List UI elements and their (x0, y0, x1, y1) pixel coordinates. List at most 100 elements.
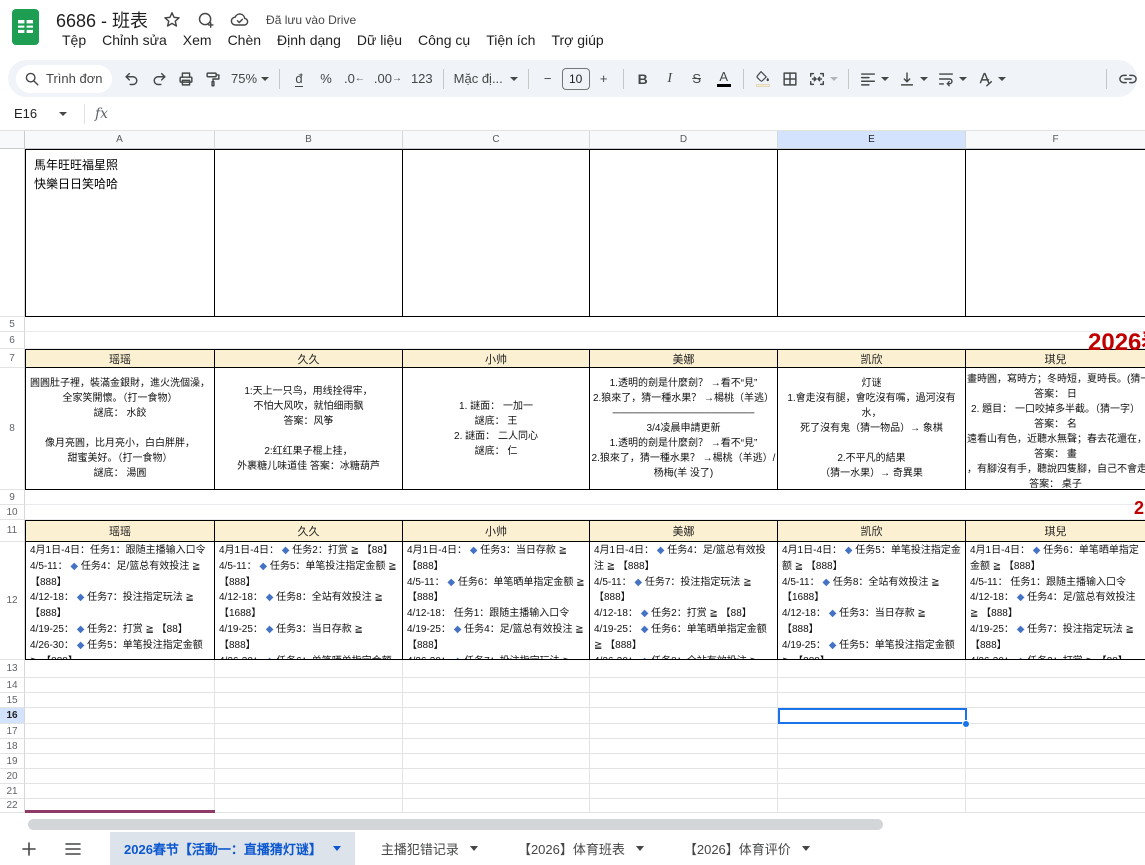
cell-C19[interactable] (403, 754, 590, 769)
cell-D1[interactable] (590, 149, 778, 317)
row-header-10[interactable]: 10 (0, 505, 25, 520)
menu-edit[interactable]: Chỉnh sửa (94, 29, 175, 51)
cell-C8-riddle[interactable]: 1. 謎面： 一加一 謎底： 王 2. 謎面： 二人同心 謎底： 仁 (403, 368, 590, 490)
menu-insert[interactable]: Chèn (220, 29, 269, 51)
menu-data[interactable]: Dữ liệu (349, 29, 410, 51)
horizontal-scrollbar-thumb[interactable] (28, 819, 883, 830)
cell-F12-tasks[interactable]: 4月1日-4日： ◆ 任务6：单笔晒单指定金额 ≧ 【888】 4/5-11： … (966, 542, 1145, 660)
cell-C17[interactable] (403, 724, 590, 739)
cell-E22[interactable] (778, 799, 966, 813)
italic-button[interactable]: I (657, 65, 683, 93)
increase-font-size-button[interactable]: + (591, 65, 617, 93)
cell-B16[interactable] (215, 708, 403, 724)
menu-extensions[interactable]: Tiện ích (478, 29, 543, 51)
cell-D16[interactable] (590, 708, 778, 724)
zoom-selector[interactable]: 75% (227, 65, 273, 93)
menu-help[interactable]: Trợ giúp (543, 29, 611, 51)
cell-C20[interactable] (403, 769, 590, 784)
row-header-12[interactable]: 12 (0, 542, 25, 660)
all-sheets-button[interactable] (58, 834, 88, 864)
select-all-corner[interactable] (0, 131, 25, 149)
menu-view[interactable]: Xem (175, 29, 220, 51)
row-header-11[interactable]: 11 (0, 520, 25, 542)
cell-F13[interactable] (966, 660, 1145, 678)
column-header-A[interactable]: A (25, 131, 215, 149)
toolbar-search[interactable]: Trình đơn (16, 65, 112, 93)
selected-cell-outline[interactable] (778, 708, 967, 724)
cell-F14[interactable] (966, 678, 1145, 693)
font-size-input[interactable]: 10 (562, 68, 590, 90)
column-header-B[interactable]: B (215, 131, 403, 149)
font-selector[interactable]: Mặc đị... (450, 65, 522, 93)
decrease-decimal-button[interactable]: .0← (340, 65, 369, 93)
cell-A13[interactable] (25, 660, 215, 678)
tab-caret-icon[interactable] (802, 846, 810, 851)
cell-C18[interactable] (403, 739, 590, 754)
cell-B19[interactable] (215, 754, 403, 769)
cell-F1[interactable] (966, 149, 1145, 317)
row-header-17[interactable]: 17 (0, 724, 25, 739)
cell-A14[interactable] (25, 678, 215, 693)
cell-F11-name[interactable]: 琪兒 (966, 520, 1145, 542)
cell-A19[interactable] (25, 754, 215, 769)
cell-F8-riddle[interactable]: 畫時圓，寫時方；冬時短，夏時長。(猜一字) 答案： 日 2. 題目： 一口咬掉多… (966, 368, 1145, 490)
insert-link-icon[interactable] (1113, 65, 1137, 93)
cell-A15[interactable] (25, 693, 215, 708)
cell-E14[interactable] (778, 678, 966, 693)
cell-B17[interactable] (215, 724, 403, 739)
format-currency-button[interactable]: đ (286, 65, 312, 93)
cell-C22[interactable] (403, 799, 590, 813)
row-header-8[interactable]: 8 (0, 368, 25, 490)
menu-file[interactable]: Tệp (54, 29, 94, 51)
row-header-19[interactable]: 19 (0, 754, 25, 769)
borders-button[interactable] (777, 65, 803, 93)
cell-C13[interactable] (403, 660, 590, 678)
cell-E13[interactable] (778, 660, 966, 678)
cell-B11-name[interactable]: 久久 (215, 520, 403, 542)
undo-button[interactable] (119, 65, 145, 93)
cell-A8-riddle[interactable]: 圓圓肚子裡，裝滿金銀財，進火洗個澡， 全家笑開懷。（打一食物） 謎底： 水餃 像… (25, 368, 215, 490)
strikethrough-button[interactable]: S (684, 65, 710, 93)
cell-D15[interactable] (590, 693, 778, 708)
row-header-9[interactable]: 9 (0, 490, 25, 505)
cell-C16[interactable] (403, 708, 590, 724)
row-header-14[interactable]: 14 (0, 678, 25, 693)
cell-A17[interactable] (25, 724, 215, 739)
cell-A20[interactable] (25, 769, 215, 784)
format-percent-button[interactable]: % (313, 65, 339, 93)
cell-E8-riddle[interactable]: 灯谜 1.會走沒有腿，會吃沒有嘴，過河沒有水， 死了沒有鬼（猜一物品）→ 象棋 … (778, 368, 966, 490)
cell-B1[interactable] (215, 149, 403, 317)
bold-button[interactable]: B (630, 65, 656, 93)
tab-caret-icon[interactable] (470, 846, 478, 851)
cells-row-10[interactable] (25, 505, 1145, 520)
horizontal-align-button[interactable] (855, 65, 893, 93)
cells-row-9[interactable] (25, 490, 1145, 505)
cell-D14[interactable] (590, 678, 778, 693)
cell-E19[interactable] (778, 754, 966, 769)
text-wrap-button[interactable] (933, 65, 971, 93)
cell-B14[interactable] (215, 678, 403, 693)
cell-E11-name[interactable]: 凯欣 (778, 520, 966, 542)
cell-B12-tasks[interactable]: 4月1日-4日： ◆ 任务2：打赏 ≧ 【88】 4/5-11： ◆ 任务5：单… (215, 542, 403, 660)
cell-C7-name[interactable]: 小帅 (403, 349, 590, 368)
cell-B20[interactable] (215, 769, 403, 784)
vertical-align-button[interactable] (894, 65, 932, 93)
cell-D20[interactable] (590, 769, 778, 784)
tab-caret-icon[interactable] (636, 846, 644, 851)
sheet-tab-sports-review[interactable]: 【2026】体育评价 (670, 832, 824, 865)
decrease-font-size-button[interactable]: − (535, 65, 561, 93)
cell-C1[interactable] (403, 149, 590, 317)
cell-E12-tasks[interactable]: 4月1日-4日： ◆ 任务5：单笔投注指定金额 ≧ 【888】 4/5-11： … (778, 542, 966, 660)
cell-E15[interactable] (778, 693, 966, 708)
cell-B22[interactable] (215, 799, 403, 813)
sheet-tab-active[interactable]: 2026春节【活動一：直播猜灯谜】 (110, 832, 355, 865)
row-header-18[interactable]: 18 (0, 739, 25, 754)
cell-D18[interactable] (590, 739, 778, 754)
cell-A11-name[interactable]: 瑶瑶 (25, 520, 215, 542)
saved-to-drive-cloud-icon[interactable] (230, 10, 250, 30)
cell-E17[interactable] (778, 724, 966, 739)
add-sheet-button[interactable] (14, 834, 44, 864)
row-header-1-4[interactable] (0, 149, 25, 317)
cell-F15[interactable] (966, 693, 1145, 708)
more-formats-button[interactable]: 123 (407, 65, 437, 93)
